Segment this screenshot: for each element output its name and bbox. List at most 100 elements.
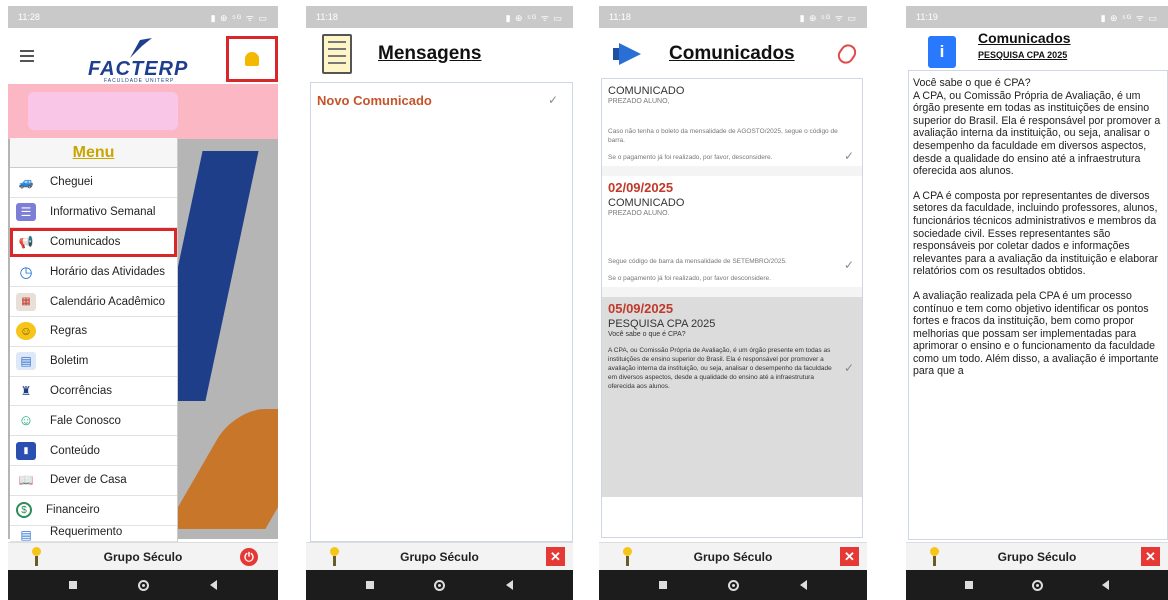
page-title: Mensagens xyxy=(378,43,482,64)
status-icons: ▮ ⊕ ⁵ᴳ ᯤ ▭ xyxy=(799,12,857,23)
menu-item-conteudo[interactable]: ▮ Conteúdo xyxy=(10,436,177,466)
app-footer: Grupo Século ✕ xyxy=(306,542,573,570)
recent-apps-icon[interactable] xyxy=(659,581,668,589)
menu-item-fale-conosco[interactable]: ☺ Fale Conosco xyxy=(10,406,177,437)
screen-header: Mensagens xyxy=(306,28,573,80)
menu-item-label: Horário das Atividades xyxy=(50,265,166,278)
close-button[interactable]: ✕ xyxy=(1141,547,1160,566)
menu-item-horario[interactable]: ◷ Horário das Atividades xyxy=(10,257,177,288)
menu-item-dever-casa[interactable]: 📖 Dever de Casa xyxy=(10,466,177,496)
menu-item-label: Informativo Semanal xyxy=(50,206,156,219)
close-button[interactable]: ✕ xyxy=(546,547,565,566)
announcement-title: PESQUISA CPA 2025 xyxy=(608,318,716,330)
content-paragraph: A CPA é composta por representantes de d… xyxy=(913,189,1158,278)
status-icons: ▮ ⊕ ⁵ᴳ ᯤ ▭ xyxy=(210,12,268,23)
back-icon[interactable] xyxy=(210,580,218,590)
page-title: Comunicados xyxy=(978,30,1071,46)
lightbulb-icon xyxy=(30,547,42,567)
announcement-title: COMUNICADO xyxy=(608,197,685,209)
list-divider xyxy=(602,287,862,297)
smiley-icon: ☺ xyxy=(16,322,36,341)
messages-list: Novo Comunicado ✓ xyxy=(310,82,573,542)
phone-messages-screen: 11:18 ▮ ⊕ ⁵ᴳ ᯤ ▭ Mensagens Novo Comunica… xyxy=(306,6,573,600)
info-icon: i xyxy=(928,36,956,68)
power-button-icon[interactable]: ⏻ xyxy=(240,548,258,566)
notification-bell-button[interactable] xyxy=(226,36,278,82)
status-time: 11:19 xyxy=(916,12,938,22)
checkmark-icon: ✓ xyxy=(547,93,558,107)
announcement-body: Caso não tenha o boleto da mensalidade d… xyxy=(608,128,838,144)
footer-label: Grupo Século xyxy=(693,549,773,564)
menu-item-financeiro[interactable]: $ Financeiro xyxy=(10,496,177,526)
checkmark-icon: ✓ xyxy=(843,361,854,375)
footer-label: Grupo Século xyxy=(400,549,479,564)
lightbulb-icon xyxy=(328,547,340,567)
recent-apps-icon[interactable] xyxy=(366,581,375,589)
app-header: FACTERP FACULDADE UNITERP xyxy=(8,28,278,84)
menu-item-label: Fale Conosco xyxy=(50,414,121,427)
home-icon[interactable] xyxy=(434,579,446,591)
report-icon: ▤ xyxy=(16,352,36,371)
page-title: Comunicados xyxy=(669,43,795,64)
back-icon[interactable] xyxy=(1101,580,1109,590)
chat-icon: ☺ xyxy=(18,412,34,430)
home-icon[interactable] xyxy=(1031,579,1043,591)
menu-item-label: Ocorrências xyxy=(50,384,112,397)
menu-item-regras[interactable]: ☺ Regras xyxy=(10,317,177,347)
announcement-item[interactable]: COMUNICADO PREZADO ALUNO, Caso não tenha… xyxy=(602,79,862,166)
app-footer: Grupo Século ⏻ xyxy=(8,542,278,570)
list-item[interactable]: Novo Comunicado ✓ xyxy=(311,83,572,117)
content-paragraph: A avaliação realizada pela CPA é um proc… xyxy=(913,289,1159,378)
status-bar: 11:18 ▮ ⊕ ⁵ᴳ ᯤ ▭ xyxy=(306,6,573,28)
menu-item-comunicados[interactable]: 📢 Comunicados xyxy=(10,227,177,258)
hamburger-menu-icon[interactable] xyxy=(20,50,34,65)
megaphone-icon: 📢 xyxy=(18,234,34,249)
newsletter-icon: ☰ xyxy=(16,203,36,222)
menu-item-cheguei[interactable]: 🚙 Cheguei xyxy=(10,168,177,198)
recent-apps-icon[interactable] xyxy=(965,581,974,589)
user-banner xyxy=(8,84,278,139)
menu-item-label: Calendário Acadêmico xyxy=(50,295,166,308)
close-button[interactable]: ✕ xyxy=(840,547,859,566)
clock-icon: ◷ xyxy=(19,263,33,281)
announcement-greeting: Você sabe o que é CPA? xyxy=(608,331,686,338)
screen-header: Comunicados xyxy=(599,28,867,80)
back-icon[interactable] xyxy=(505,580,513,590)
app-footer: Grupo Século ✕ xyxy=(599,542,867,570)
menu-item-requerimento[interactable]: ▤ Requerimento xyxy=(10,526,177,542)
status-bar: 11:19 ▮ ⊕ ⁵ᴳ ᯤ ▭ xyxy=(906,6,1168,28)
page-subtitle: PESQUISA CPA 2025 xyxy=(978,50,1068,60)
announcement-date: 05/09/2025 xyxy=(608,301,674,316)
footer-label: Grupo Século xyxy=(997,549,1077,564)
form-icon: ▤ xyxy=(20,527,32,542)
facterp-logo-mark-icon xyxy=(130,38,152,58)
document-icon xyxy=(322,34,352,74)
announcement-date: 02/09/2025 xyxy=(608,180,674,195)
announcement-greeting: PREZADO ALUNO. xyxy=(608,210,670,217)
menu-item-boletim[interactable]: ▤ Boletim xyxy=(10,347,177,377)
announcement-note: Se o pagamento já foi realizado, por fav… xyxy=(608,154,773,161)
announcement-title: COMUNICADO xyxy=(608,85,685,97)
menu-item-label: Regras xyxy=(50,325,88,338)
announcement-item[interactable]: 02/09/2025 COMUNICADO PREZADO ALUNO. Seg… xyxy=(602,176,862,287)
status-icons: ▮ ⊕ ⁵ᴳ ᯤ ▭ xyxy=(1100,12,1158,23)
menu-item-label: Conteúdo xyxy=(50,444,100,457)
recent-apps-icon[interactable] xyxy=(68,581,77,589)
menu-item-calendario[interactable]: ▦ Calendário Acadêmico xyxy=(10,287,177,317)
menu-item-ocorrencias[interactable]: ♜ Ocorrências xyxy=(10,377,177,407)
paperclip-icon[interactable] xyxy=(834,41,860,67)
footer-label: Grupo Século xyxy=(103,549,183,564)
announcement-item-selected[interactable]: 05/09/2025 PESQUISA CPA 2025 Você sabe o… xyxy=(602,297,862,497)
android-nav-bar xyxy=(599,570,867,600)
home-icon[interactable] xyxy=(727,579,739,591)
announcements-list: COMUNICADO PREZADO ALUNO, Caso não tenha… xyxy=(601,78,863,538)
bell-icon xyxy=(245,52,259,66)
back-icon[interactable] xyxy=(799,580,807,590)
status-bar: 11:28 ▮ ⊕ ⁵ᴳ ᯤ ▭ xyxy=(8,6,278,28)
home-icon[interactable] xyxy=(137,579,149,591)
menu-item-informativo[interactable]: ☰ Informativo Semanal xyxy=(10,198,177,228)
status-icons: ▮ ⊕ ⁵ᴳ ᯤ ▭ xyxy=(505,12,563,23)
user-info-redacted xyxy=(28,92,178,130)
car-icon: 🚙 xyxy=(18,175,34,190)
announcement-body: Segue código de barra da mensalidade de … xyxy=(608,258,787,265)
